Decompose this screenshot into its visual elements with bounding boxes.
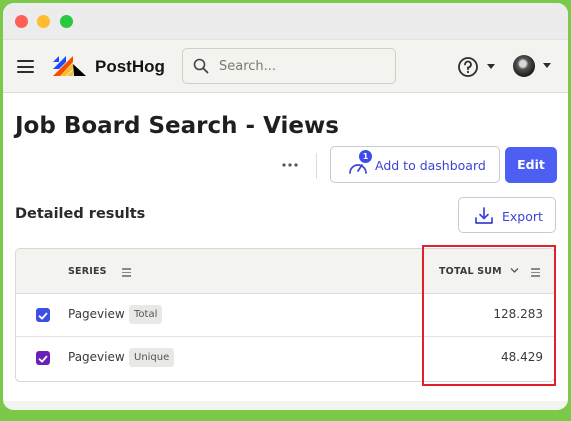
check-icon xyxy=(38,312,48,320)
add-to-dashboard-label: Add to dashboard xyxy=(375,158,486,173)
series-tag: Unique xyxy=(129,348,175,367)
search-box[interactable] xyxy=(182,48,396,84)
export-label: Export xyxy=(502,209,543,224)
sort-descending-icon[interactable] xyxy=(510,267,519,274)
series-name: Pageview xyxy=(68,350,125,364)
column-menu-icon[interactable] xyxy=(122,268,131,277)
table-header: SERIES TOTAL SUM xyxy=(16,249,554,294)
more-options-button[interactable] xyxy=(278,156,302,174)
minimize-window-button[interactable] xyxy=(37,15,50,28)
results-table: SERIES TOTAL SUM Pageview Total 128.283 xyxy=(15,248,555,382)
search-icon xyxy=(193,58,209,74)
more-icon xyxy=(282,163,298,167)
edit-button[interactable]: Edit xyxy=(505,147,557,183)
window-footer xyxy=(3,401,568,410)
account-menu-button[interactable] xyxy=(513,55,559,79)
add-to-dashboard-button[interactable]: 1 Add to dashboard xyxy=(330,146,500,183)
column-menu-icon[interactable] xyxy=(531,268,540,277)
menu-icon[interactable] xyxy=(17,60,34,73)
series-tag: Total xyxy=(129,305,163,324)
download-icon xyxy=(475,207,493,224)
column-header-series[interactable]: SERIES xyxy=(68,266,107,277)
series-name: Pageview xyxy=(68,307,125,321)
help-menu-button[interactable] xyxy=(457,56,497,78)
posthog-logo-icon[interactable] xyxy=(53,56,89,76)
page-title: Job Board Search - Views xyxy=(15,113,339,139)
total-sum-value: 48.429 xyxy=(501,350,543,364)
export-button[interactable]: Export xyxy=(458,197,556,233)
chevron-down-icon xyxy=(543,63,551,68)
close-window-button[interactable] xyxy=(15,15,28,28)
avatar xyxy=(513,55,535,77)
section-title: Detailed results xyxy=(15,206,146,222)
toolbar-divider xyxy=(316,153,317,179)
app-window: PostHog Job Board Search - V xyxy=(3,3,568,410)
column-header-total-sum[interactable]: TOTAL SUM xyxy=(439,266,502,277)
table-row: Pageview Unique 48.429 xyxy=(16,337,554,380)
series-checkbox[interactable] xyxy=(36,351,50,365)
maximize-window-button[interactable] xyxy=(60,15,73,28)
table-row: Pageview Total 128.283 xyxy=(16,294,554,337)
series-checkbox[interactable] xyxy=(36,308,50,322)
window-titlebar xyxy=(3,3,568,40)
brand-name[interactable]: PostHog xyxy=(95,57,165,77)
top-navigation-bar: PostHog xyxy=(3,40,568,93)
total-sum-value: 128.283 xyxy=(493,307,543,321)
dashboard-count-badge: 1 xyxy=(359,150,372,163)
search-input[interactable] xyxy=(219,57,389,75)
check-icon xyxy=(38,355,48,363)
chevron-down-icon xyxy=(487,64,495,69)
help-icon xyxy=(458,57,478,77)
